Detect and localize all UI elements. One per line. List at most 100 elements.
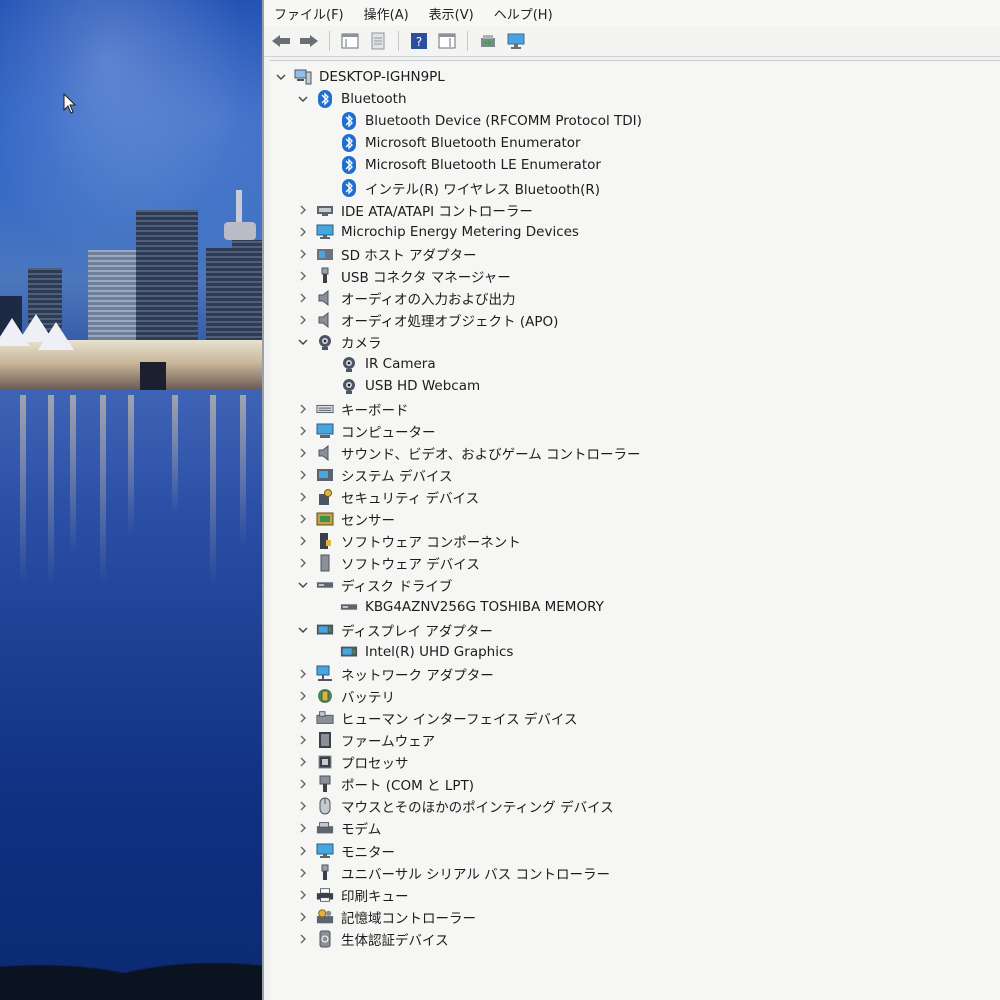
hid-icon (316, 709, 334, 727)
chevron-right-icon[interactable] (296, 846, 310, 856)
tree-category[interactable]: 記憶域コントローラー (296, 906, 476, 928)
tree-category[interactable]: 印刷キュー (296, 884, 409, 906)
help-icon[interactable]: ? (408, 30, 430, 52)
menu-file[interactable]: ファイル(F) (274, 4, 344, 23)
chevron-right-icon[interactable] (296, 779, 310, 789)
firmware-icon (316, 731, 334, 749)
back-arrow-icon[interactable] (270, 30, 292, 52)
update-driver-icon[interactable] (477, 30, 499, 52)
tree-node-label: ヒューマン インターフェイス デバイス (341, 711, 578, 728)
tree-device[interactable]: Bluetooth Device (RFCOMM Protocol TDI) (340, 110, 642, 132)
tree-device[interactable]: Intel(R) UHD Graphics (340, 641, 513, 663)
chevron-right-icon[interactable] (296, 757, 310, 767)
chevron-right-icon[interactable] (296, 249, 310, 259)
chevron-right-icon[interactable] (296, 669, 310, 679)
chevron-right-icon[interactable] (296, 691, 310, 701)
tree-category[interactable]: ソフトウェア コンポーネント (296, 530, 521, 552)
properties-icon[interactable] (367, 30, 389, 52)
tree-category[interactable]: ユニバーサル シリアル バス コントローラー (296, 862, 610, 884)
tree-category[interactable]: カメラ (296, 331, 382, 353)
tree-node-label: ディスプレイ アダプター (341, 623, 493, 640)
tree-category[interactable]: Microchip Energy Metering Devices (296, 221, 579, 243)
tree-category[interactable]: プロセッサ (296, 751, 409, 773)
chevron-right-icon[interactable] (296, 558, 310, 568)
tree-node-label: 印刷キュー (341, 888, 409, 905)
scan-hardware-icon[interactable] (505, 30, 527, 52)
menu-view[interactable]: 表示(V) (429, 4, 474, 23)
tree-category[interactable]: キーボード (296, 398, 409, 420)
tree-category[interactable]: ネットワーク アダプター (296, 663, 494, 685)
show-hide-tree-icon[interactable] (339, 30, 361, 52)
tree-category[interactable]: ファームウェア (296, 729, 435, 751)
tree-category[interactable]: サウンド、ビデオ、およびゲーム コントローラー (296, 442, 641, 464)
tree-category[interactable]: モデム (296, 817, 381, 839)
menu-action[interactable]: 操作(A) (364, 4, 409, 23)
chevron-right-icon[interactable] (296, 426, 310, 436)
tree-category[interactable]: モニター (296, 840, 395, 862)
tree-category[interactable]: IDE ATA/ATAPI コントローラー (296, 199, 533, 221)
chevron-right-icon[interactable] (296, 912, 310, 922)
device-manager-window: ファイル(F) 操作(A) 表示(V) ヘルプ(H) ? DESKTOP-IGH… (262, 0, 1000, 1000)
tree-category[interactable]: コンピューター (296, 420, 436, 442)
chevron-right-icon[interactable] (296, 293, 310, 303)
chevron-right-icon[interactable] (296, 735, 310, 745)
chevron-right-icon[interactable] (296, 227, 310, 237)
chevron-right-icon[interactable] (296, 536, 310, 546)
chevron-down-icon[interactable] (296, 626, 310, 634)
tree-category[interactable]: ディスプレイ アダプター (296, 619, 493, 641)
tree-device[interactable]: KBG4AZNV256G TOSHIBA MEMORY (340, 596, 604, 618)
chevron-right-icon[interactable] (296, 823, 310, 833)
tree-device[interactable]: インテル(R) ワイヤレス Bluetooth(R) (340, 177, 600, 199)
speaker-icon (316, 444, 334, 462)
tree-category[interactable]: SD ホスト アダプター (296, 243, 477, 265)
tree-root-node[interactable]: DESKTOP-IGHN9PL (274, 66, 445, 88)
chevron-right-icon[interactable] (296, 470, 310, 480)
chevron-down-icon[interactable] (274, 73, 288, 81)
tree-category[interactable]: Bluetooth (296, 88, 407, 110)
tree-device[interactable]: USB HD Webcam (340, 375, 480, 397)
tree-node-label: ファームウェア (341, 734, 436, 750)
tree-category[interactable]: システム デバイス (296, 464, 452, 486)
chevron-right-icon[interactable] (296, 315, 310, 325)
tree-category[interactable]: 生体認証デバイス (296, 928, 449, 950)
tree-category[interactable]: オーディオ処理オブジェクト (APO) (296, 309, 558, 331)
menu-help[interactable]: ヘルプ(H) (494, 4, 553, 23)
tree-device[interactable]: IR Camera (340, 353, 436, 375)
chevron-right-icon[interactable] (296, 514, 310, 524)
chevron-right-icon[interactable] (296, 271, 310, 281)
action-pane-icon[interactable] (436, 30, 458, 52)
tree-node-label: コンピューター (341, 424, 436, 441)
tree-device[interactable]: Microsoft Bluetooth Enumerator (340, 132, 581, 154)
speaker-icon (316, 311, 334, 329)
chevron-right-icon[interactable] (296, 801, 310, 811)
chevron-down-icon[interactable] (296, 95, 310, 103)
forward-arrow-icon[interactable] (298, 30, 320, 52)
chevron-right-icon[interactable] (296, 713, 310, 723)
chevron-right-icon[interactable] (296, 448, 310, 458)
chevron-right-icon[interactable] (296, 890, 310, 900)
tree-device[interactable]: Microsoft Bluetooth LE Enumerator (340, 154, 601, 176)
tree-category[interactable]: センサー (296, 508, 395, 530)
tree-category[interactable]: ポート (COM と LPT) (296, 773, 474, 795)
tree-category[interactable]: ヒューマン インターフェイス デバイス (296, 707, 577, 729)
tree-category[interactable]: ソフトウェア デバイス (296, 552, 480, 574)
tree-category[interactable]: USB コネクタ マネージャー (296, 265, 511, 287)
tree-category[interactable]: バッテリ (296, 685, 395, 707)
tree-category[interactable]: オーディオの入力および出力 (296, 287, 516, 309)
tree-node-label: 生体認証デバイス (341, 932, 449, 949)
tree-category[interactable]: セキュリティ デバイス (296, 486, 479, 508)
chevron-down-icon[interactable] (296, 338, 310, 346)
chevron-right-icon[interactable] (296, 868, 310, 878)
speaker-icon (316, 289, 334, 307)
chevron-down-icon[interactable] (296, 581, 310, 589)
tree-node-label: USB コネクタ マネージャー (341, 269, 511, 286)
chevron-right-icon[interactable] (296, 934, 310, 944)
chevron-right-icon[interactable] (296, 404, 310, 414)
chevron-right-icon[interactable] (296, 205, 310, 215)
chevron-right-icon[interactable] (296, 492, 310, 502)
tree-category[interactable]: ディスク ドライブ (296, 574, 452, 596)
device-tree: DESKTOP-IGHN9PL Bluetooth Bluetooth Device… (270, 60, 1000, 1000)
mouse-icon (316, 797, 334, 815)
tree-category[interactable]: マウスとそのほかのポインティング デバイス (296, 795, 614, 817)
bluetooth-icon (316, 90, 334, 109)
